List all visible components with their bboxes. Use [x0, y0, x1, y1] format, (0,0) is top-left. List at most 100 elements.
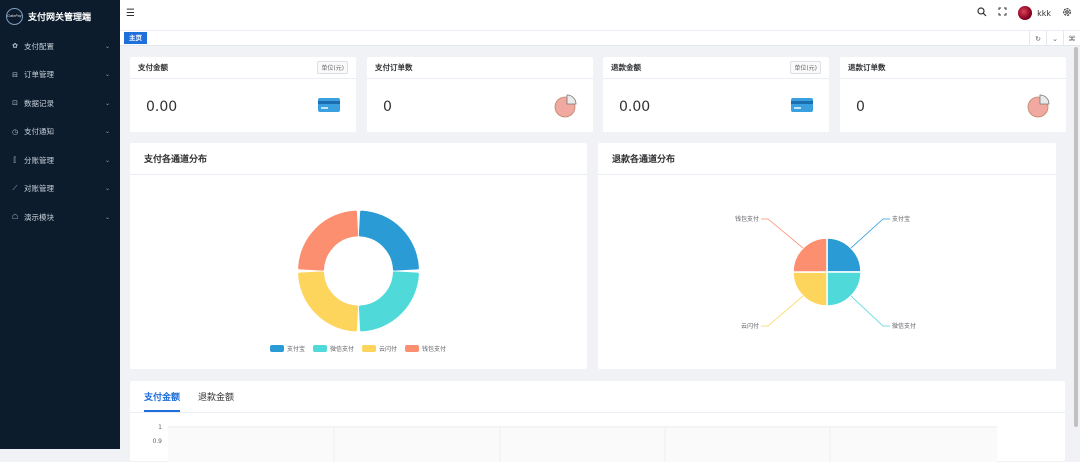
donut-slice-3[interactable]: [298, 210, 359, 271]
pie-label-line: [761, 295, 804, 327]
sidebar-item-6[interactable]: ☖ 演示模块 ⌄: [0, 203, 120, 232]
chevron-down-icon: ⌄: [104, 128, 110, 136]
unit-tag: 单位(元): [790, 61, 821, 74]
pie-label: 云闪付: [741, 322, 759, 330]
refund-channels-panel: 退款各通道分布 支付宝微信支付 云闪付 钱包支付: [598, 143, 1056, 369]
logo-row: GatePay 支付网关管理端: [0, 0, 120, 32]
chevron-down-icon[interactable]: ⌄: [1046, 31, 1063, 46]
sidebar-item-0[interactable]: ✿ 支付配置 ⌄: [0, 32, 120, 61]
username[interactable]: kkk: [1037, 9, 1051, 18]
legend-item[interactable]: 支付宝: [270, 344, 305, 353]
stat-card-header: 支付订单数: [367, 57, 593, 79]
tab-tools: ↻ ⌄ ⌘: [1029, 31, 1080, 46]
donut-slice-0[interactable]: [358, 210, 419, 271]
stat-card-header: 退款金额 单位(元): [603, 57, 829, 79]
chevron-down-icon: ⌄: [104, 71, 110, 79]
pay-channels-panel: 支付各通道分布 支付宝 微信支付 云闪付 钱包支付: [130, 143, 587, 369]
stat-card-value: 0.00: [619, 99, 651, 115]
amount-line-chart: 10.9: [152, 424, 997, 462]
clock-icon: ◷: [11, 127, 19, 136]
settings-gear-icon[interactable]: [1062, 7, 1072, 20]
pie-label-line: [761, 218, 804, 249]
donut-slice-2[interactable]: [298, 271, 359, 332]
refund-channels-title: 退款各通道分布: [598, 143, 1056, 175]
sidebar-item-label: 数据记录: [24, 98, 54, 108]
stat-card-1: 支付订单数 0: [367, 57, 593, 132]
legend-label: 支付宝: [287, 346, 306, 353]
refresh-icon[interactable]: ↻: [1029, 31, 1046, 46]
legend-item[interactable]: 微信支付: [313, 344, 354, 353]
pie-slice-3[interactable]: [792, 237, 828, 273]
legend-label: 钱包支付: [422, 346, 447, 353]
edit-icon: ⟋: [12, 184, 18, 193]
stat-card-0: 支付金额 单位(元) 0.00: [130, 57, 356, 132]
sidebar-item-4[interactable]: ⟦ 分账管理 ⌄: [0, 146, 120, 175]
pie-label: 钱包支付: [735, 215, 759, 223]
amount-tabs: 支付金额 退款金额: [130, 381, 1065, 413]
y-tick-label: 0.9: [152, 438, 162, 445]
card-icon: [318, 98, 340, 112]
tab-pay-amount[interactable]: 支付金额: [144, 390, 181, 412]
legend-swatch: [405, 345, 420, 352]
chevron-down-icon: ⌄: [104, 42, 110, 50]
sidebar-item-5[interactable]: ⟋ 对账管理 ⌄: [0, 175, 120, 204]
refund-channels-pie-chart: 支付宝微信支付 云闪付 钱包支付: [735, 215, 916, 330]
legend-item[interactable]: 云闪付: [362, 344, 397, 353]
logo-icon: GatePay: [6, 7, 23, 25]
pie-label-line: [850, 295, 890, 327]
chevron-down-icon: ⌄: [104, 213, 110, 221]
y-tick-label: 1: [158, 424, 162, 431]
pie-label-line: [850, 218, 890, 249]
tab-refund-amount[interactable]: 退款金额: [198, 390, 234, 412]
top-header: ☰ kkk: [120, 0, 1080, 31]
sidebar-item-label: 支付配置: [24, 41, 54, 51]
pay-channels-legend: 支付宝 微信支付 云闪付 钱包支付: [270, 344, 446, 353]
split-icon: ⟦: [13, 156, 17, 165]
stat-card-title: 退款金额: [611, 63, 641, 72]
donut-slice-1[interactable]: [358, 271, 419, 332]
stat-card-value: 0.00: [146, 99, 178, 115]
pie-label: 支付宝: [892, 215, 910, 223]
chevron-down-icon: ⌄: [104, 185, 110, 193]
sidebar-item-label: 分账管理: [24, 155, 54, 165]
amount-trend-panel: 支付金额 退款金额 1 0.9: [130, 381, 1065, 462]
demo-icon: ☖: [11, 213, 19, 222]
pie-icon: [1027, 94, 1050, 118]
stat-card-header: 支付金额 单位(元): [130, 57, 356, 79]
stat-card-value: 0: [856, 99, 865, 115]
app-title: 支付网关管理端: [28, 12, 92, 23]
pie-icon: [554, 94, 577, 118]
legend-item[interactable]: 钱包支付: [405, 344, 446, 353]
plot-area: [168, 428, 997, 462]
sidebar: GatePay 支付网关管理端 ✿ 支付配置 ⌄ ⊟ 订单管理 ⌄ ⊡ 数据记录 ⌄ ◷ 支付通知 ⌄…: [0, 0, 120, 449]
page-scrollbar[interactable]: [1074, 47, 1078, 427]
sidebar-item-1[interactable]: ⊟ 订单管理 ⌄: [0, 61, 120, 90]
pay-channels-donut-chart: [298, 210, 419, 332]
sidebar-item-2[interactable]: ⊡ 数据记录 ⌄: [0, 89, 120, 118]
stat-card-value: 0: [383, 99, 392, 115]
stat-card-title: 支付金额: [138, 63, 168, 72]
pie-slice-2[interactable]: [792, 271, 828, 307]
legend-label: 微信支付: [330, 346, 355, 353]
sidebar-menu: ✿ 支付配置 ⌄ ⊟ 订单管理 ⌄ ⊡ 数据记录 ⌄ ◷ 支付通知 ⌄ ⟦ 分账管理 ⌄ ⟋ 对账管理 ⌄ ☖ 演示模…: [0, 32, 120, 232]
tab-home[interactable]: 主页: [124, 32, 147, 44]
fullscreen-icon[interactable]: [998, 7, 1007, 19]
stat-card-2: 退款金额 单位(元) 0.00: [603, 57, 829, 132]
search-icon[interactable]: [977, 6, 987, 20]
sidebar-item-label: 演示模块: [24, 212, 54, 222]
stat-card-3: 退款订单数 0: [840, 57, 1066, 132]
pie-label: 微信支付: [892, 322, 916, 330]
stat-card-title: 退款订单数: [848, 63, 886, 72]
menu-toggle-icon[interactable]: ☰: [126, 8, 135, 19]
unit-tag: 单位(元): [317, 61, 348, 74]
legend-swatch: [270, 345, 284, 352]
sidebar-item-3[interactable]: ◷ 支付通知 ⌄: [0, 118, 120, 147]
legend-swatch: [313, 345, 328, 352]
legend-swatch: [362, 345, 377, 352]
close-tabs-icon[interactable]: ⌘: [1063, 31, 1080, 46]
sidebar-item-label: 订单管理: [24, 70, 54, 80]
tabs-bar: 主页 ↻ ⌄ ⌘: [120, 31, 1080, 46]
sidebar-item-label: 对账管理: [24, 184, 54, 194]
avatar[interactable]: [1018, 6, 1033, 20]
chevron-down-icon: ⌄: [104, 156, 110, 164]
